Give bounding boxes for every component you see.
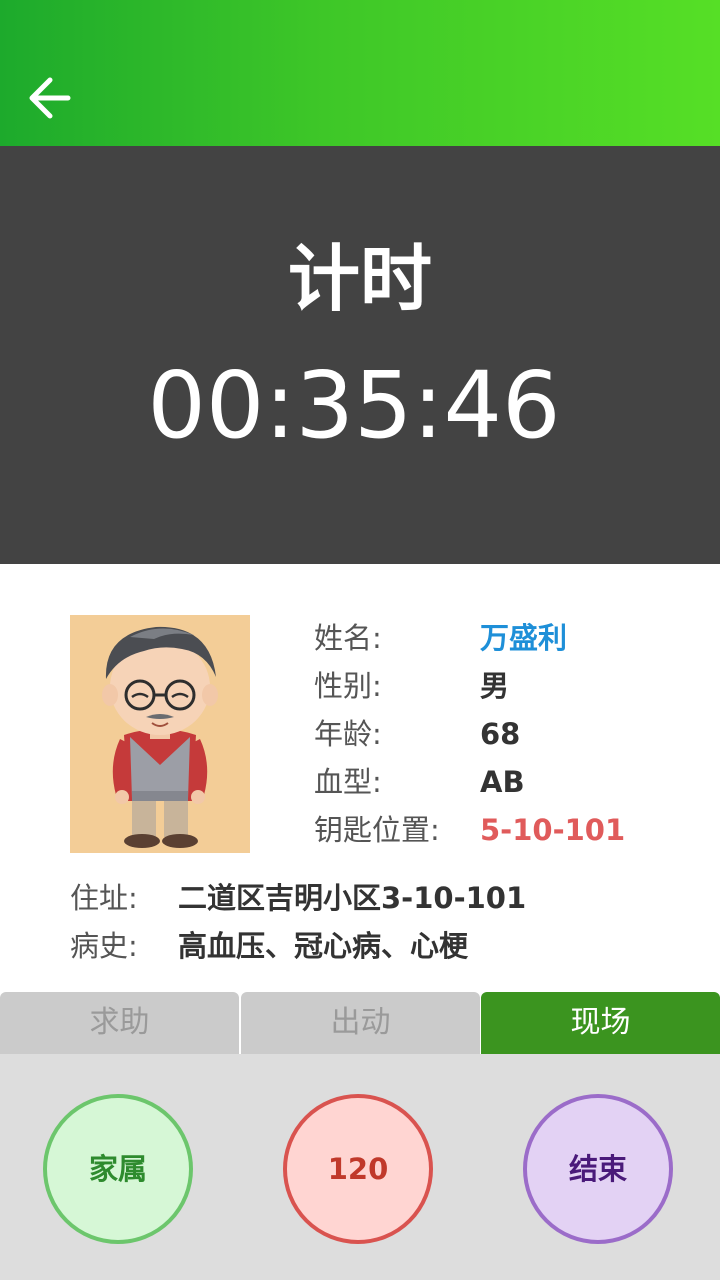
age-label: 年龄: — [314, 717, 382, 751]
timer-panel: 计时 00:35:46 — [0, 146, 720, 564]
name-label: 姓名: — [314, 621, 382, 655]
blood-type-value: AB — [480, 765, 525, 799]
blood-type-label: 血型: — [314, 765, 382, 799]
family-button[interactable]: 家属 — [43, 1094, 193, 1244]
arrow-left-icon — [29, 77, 71, 119]
call-120-button[interactable]: 120 — [283, 1094, 433, 1244]
tab-help[interactable]: 求助 — [0, 992, 239, 1054]
timer-value: 00:35:46 — [147, 352, 561, 459]
name-value: 万盛利 — [480, 621, 568, 655]
patient-avatar — [70, 615, 250, 853]
key-location-value: 5-10-101 — [480, 813, 626, 847]
top-app-bar — [0, 0, 720, 146]
tab-dispatch[interactable]: 出动 — [241, 992, 480, 1054]
tab-scene[interactable]: 现场 — [481, 992, 720, 1054]
gender-label: 性别: — [314, 669, 382, 703]
end-button[interactable]: 结束 — [523, 1094, 673, 1244]
timer-title: 计时 — [287, 237, 432, 321]
address-label: 住址: — [70, 881, 138, 915]
address-value: 二道区吉明小区3-10-101 — [178, 881, 527, 915]
gender-value: 男 — [480, 669, 510, 703]
age-value: 68 — [480, 717, 521, 751]
key-location-label: 钥匙位置: — [314, 813, 440, 847]
back-button[interactable] — [22, 70, 78, 126]
medical-history-label: 病史: — [70, 929, 138, 963]
elderly-man-cartoon-icon — [102, 626, 218, 848]
medical-history-value: 高血压、冠心病、心梗 — [178, 929, 469, 963]
